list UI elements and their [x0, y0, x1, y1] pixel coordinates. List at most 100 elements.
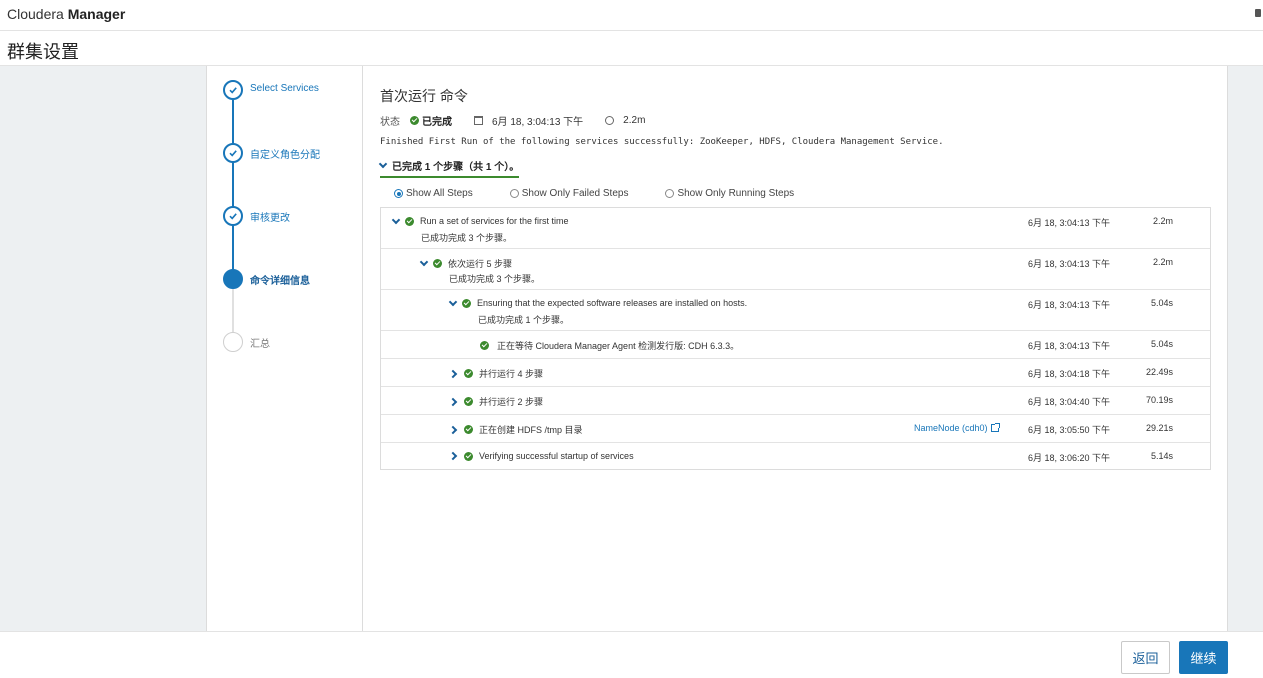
wizard-step-summary[interactable]: 汇总 [223, 332, 363, 354]
step-duration: 22.49s [1145, 367, 1173, 377]
radio-icon [665, 189, 675, 198]
step-row: 正在创建 HDFS /tmp 目录 NameNode (cdh0) 6月 18,… [381, 415, 1210, 443]
brand-bold: Manager [67, 6, 126, 22]
success-icon [464, 425, 473, 434]
wizard-step-select-services[interactable]: Select Services [223, 80, 363, 102]
external-link-icon [990, 423, 1000, 432]
wizard-step-label: 命令详细信息 [250, 276, 310, 287]
check-icon [223, 143, 243, 163]
wizard-step-review-changes[interactable]: 审核更改 [223, 206, 363, 228]
step-date: 6月 18, 3:04:18 下午 [1028, 369, 1111, 379]
success-icon [433, 259, 442, 268]
step-date: 6月 18, 3:04:13 下午 [1028, 300, 1111, 310]
content-area: Select Services 自定义角色分配 审核更改 命令详细信息 汇总 首… [0, 66, 1263, 631]
page-title: 群集设置 [7, 42, 79, 62]
chevron-down-icon[interactable] [448, 297, 458, 306]
step-date: 6月 18, 3:06:20 下午 [1028, 453, 1111, 463]
chevron-right-icon[interactable] [448, 369, 458, 378]
step-subtext: 已成功完成 3 个步骤。 [421, 233, 513, 243]
chevron-down-icon[interactable] [419, 257, 429, 267]
wizard-remaining-line [232, 288, 234, 334]
wizard-steps: Select Services 自定义角色分配 审核更改 命令详细信息 汇总 [207, 66, 363, 631]
pending-step-icon [223, 332, 243, 352]
success-icon [480, 341, 489, 350]
step-name: Ensuring that the expected software rele… [477, 298, 748, 308]
step-filter-group: Show All Steps Show Only Failed Steps Sh… [394, 188, 831, 199]
step-subtext: 已成功完成 3 个步骤。 [449, 274, 541, 284]
top-navbar: Cloudera Manager [0, 0, 1263, 31]
wizard-footer: 返回 继续 [0, 631, 1263, 678]
check-icon [223, 206, 243, 226]
wizard-step-role-assignment[interactable]: 自定义角色分配 [223, 143, 363, 165]
page-header: 群集设置 [0, 31, 1263, 66]
step-duration: 5.14s [1150, 451, 1173, 461]
back-button[interactable]: 返回 [1121, 641, 1170, 674]
command-meta: 状态 已完成 6月 18, 3:04:13 下午 2.2m [380, 113, 645, 128]
active-step-icon [223, 269, 243, 289]
step-name: 正在等待 Cloudera Manager Agent 检测发行版: CDH 6… [497, 341, 740, 351]
step-name: Verifying successful startup of services [479, 451, 634, 461]
radio-selected-icon [394, 189, 403, 198]
step-subtext: 已成功完成 1 个步骤。 [478, 315, 570, 325]
clock-icon [605, 116, 615, 125]
chevron-down-icon[interactable] [391, 215, 401, 224]
step-name: 依次运行 5 步骤 [448, 259, 513, 269]
chevron-right-icon[interactable] [448, 397, 458, 406]
success-icon [464, 369, 473, 378]
wizard-step-label: 自定义角色分配 [250, 150, 320, 161]
command-date: 6月 18, 3:04:13 下午 [492, 117, 584, 128]
chevron-right-icon[interactable] [448, 425, 458, 434]
chevron-down-icon [378, 159, 388, 169]
check-icon [223, 80, 243, 100]
steps-table: Run a set of services for the first time… [380, 207, 1211, 470]
success-icon [464, 397, 473, 406]
step-row: 并行运行 2 步骤 6月 18, 3:04:40 下午 70.19s [381, 387, 1210, 415]
chevron-right-icon[interactable] [448, 451, 458, 461]
cloudera-manager-logo[interactable]: Cloudera Manager [7, 6, 125, 22]
command-details: 首次运行 命令 状态 已完成 6月 18, 3:04:13 下午 2.2m Fi… [363, 66, 1227, 631]
command-title: 首次运行 命令 [380, 88, 468, 104]
step-date: 6月 18, 3:04:13 下午 [1028, 218, 1111, 228]
continue-button[interactable]: 继续 [1179, 641, 1228, 674]
filter-failed-steps[interactable]: Show Only Failed Steps [509, 188, 628, 199]
step-date: 6月 18, 3:05:50 下午 [1028, 425, 1111, 435]
status-value: 已完成 [422, 117, 452, 128]
step-duration: 5.04s [1150, 339, 1173, 349]
command-result-message: Finished First Run of the following serv… [380, 137, 944, 147]
step-date: 6月 18, 3:04:13 下午 [1028, 259, 1111, 269]
wizard-step-command-details[interactable]: 命令详细信息 [223, 269, 363, 291]
success-icon [462, 298, 471, 308]
step-date: 6月 18, 3:04:40 下午 [1028, 397, 1111, 407]
step-name: 正在创建 HDFS /tmp 目录 [479, 425, 583, 435]
success-icon [464, 451, 473, 461]
brand-light: Cloudera [7, 6, 64, 22]
step-duration: 29.21s [1145, 423, 1173, 433]
namenode-link[interactable]: NameNode (cdh0) [914, 423, 1000, 433]
step-duration: 70.19s [1145, 395, 1173, 405]
wizard-step-label: 汇总 [250, 339, 270, 350]
radio-icon [509, 189, 519, 198]
user-menu-icon[interactable] [1255, 9, 1261, 17]
step-row: Run a set of services for the first time… [381, 208, 1210, 249]
filter-all-steps[interactable]: Show All Steps [394, 188, 473, 199]
filter-running-steps[interactable]: Show Only Running Steps [665, 188, 794, 199]
success-icon [410, 116, 419, 125]
step-name: 并行运行 2 步骤 [479, 397, 544, 407]
step-row: Ensuring that the expected software rele… [381, 290, 1210, 331]
wizard-step-label: Select Services [250, 83, 319, 94]
steps-summary-text: 已完成 1 个步骤（共 1 个）。 [392, 162, 520, 173]
step-name: Run a set of services for the first time [420, 216, 569, 226]
step-duration: 2.2m [1152, 216, 1173, 226]
status-label: 状态 [380, 117, 400, 128]
step-duration: 2.2m [1152, 257, 1173, 267]
wizard-panel: Select Services 自定义角色分配 审核更改 命令详细信息 汇总 首… [206, 66, 1228, 631]
step-row: Verifying successful startup of services… [381, 443, 1210, 469]
command-duration: 2.2m [623, 115, 646, 126]
success-icon [405, 216, 414, 226]
steps-summary-toggle[interactable]: 已完成 1 个步骤（共 1 个）。 [378, 158, 520, 178]
step-row: 并行运行 4 步骤 6月 18, 3:04:18 下午 22.49s [381, 359, 1210, 387]
step-row: 正在等待 Cloudera Manager Agent 检测发行版: CDH 6… [381, 331, 1210, 359]
step-date: 6月 18, 3:04:13 下午 [1028, 341, 1111, 351]
step-row: 依次运行 5 步骤 已成功完成 3 个步骤。 6月 18, 3:04:13 下午… [381, 249, 1210, 290]
step-duration: 5.04s [1150, 298, 1173, 308]
